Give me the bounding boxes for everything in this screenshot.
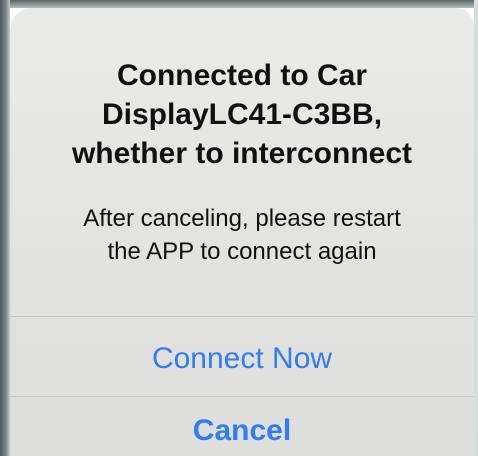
alert-dialog: Connected to Car DisplayLC41-C3BB, wheth…: [10, 8, 474, 456]
dialog-title: Connected to Car DisplayLC41-C3BB, wheth…: [10, 56, 474, 173]
dialog-divider: [10, 316, 474, 317]
button-divider: [10, 396, 474, 397]
screen: Connected to Car DisplayLC41-C3BB, wheth…: [0, 0, 478, 456]
cancel-button[interactable]: Cancel: [10, 406, 474, 456]
dialog-title-line: Connected to Car: [116, 59, 368, 92]
dialog-message-line: the APP to connect again: [107, 238, 377, 265]
dialog-title-line: DisplayLC41-C3BB,: [101, 98, 383, 131]
dialog-title-line: whether to interconnect: [71, 137, 413, 170]
background-left-edge: [0, 0, 10, 456]
connect-now-button[interactable]: Connect Now: [10, 330, 474, 388]
background-right-edge: [474, 0, 478, 456]
dialog-message-line: After canceling, please restart: [83, 205, 401, 232]
dialog-message: After canceling, please restart the APP …: [10, 202, 474, 268]
background-top-edge: [0, 0, 478, 8]
